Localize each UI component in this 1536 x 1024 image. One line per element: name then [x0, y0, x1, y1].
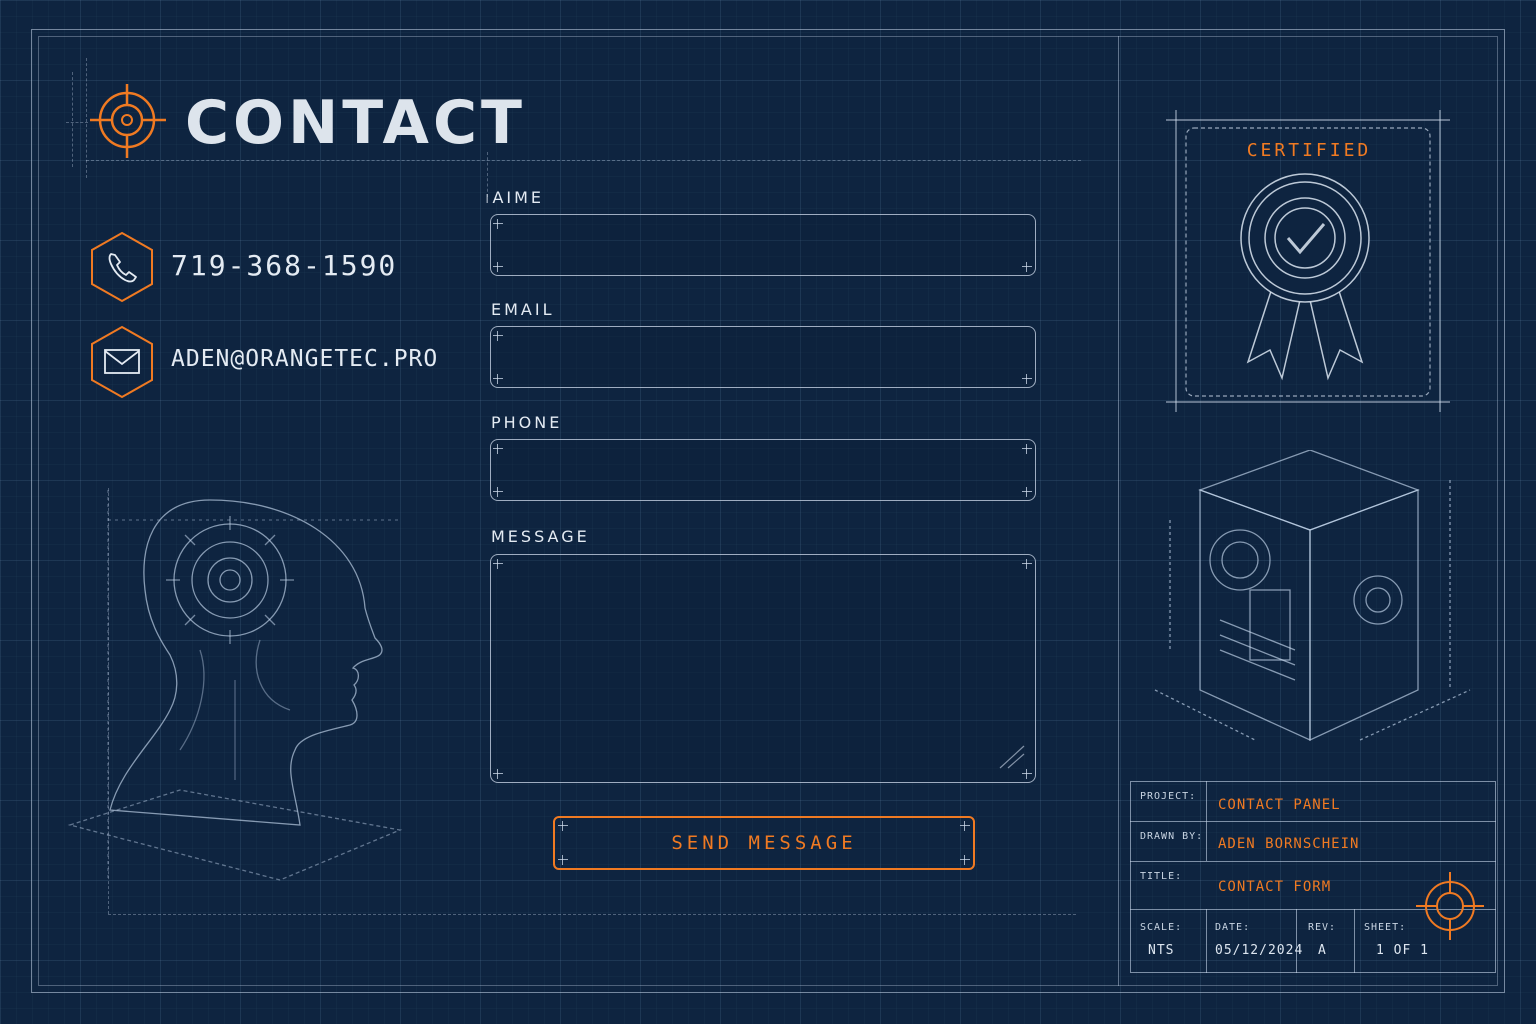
mail-icon	[91, 325, 153, 399]
title-block-line	[1354, 909, 1355, 973]
corner-mark	[1022, 559, 1032, 569]
phone-number[interactable]: 719-368-1590	[171, 249, 397, 282]
corner-mark	[493, 262, 503, 272]
panel-divider	[1118, 36, 1119, 986]
name-input[interactable]	[490, 214, 1036, 276]
drawn-by-value: ADEN BORNSCHEIN	[1218, 836, 1360, 852]
corner-mark	[558, 855, 568, 865]
send-message-label: SEND MESSAGE	[671, 832, 857, 854]
sheet-value: 1 OF 1	[1376, 943, 1429, 958]
date-value: 05/12/2024	[1215, 943, 1304, 958]
crosshair-icon	[1416, 872, 1484, 940]
title-value: CONTACT FORM	[1218, 879, 1332, 895]
corner-mark	[493, 331, 503, 341]
corner-mark	[493, 219, 503, 229]
page-title: CONTACT	[185, 88, 526, 158]
send-message-button[interactable]: SEND MESSAGE	[553, 816, 975, 870]
title-block-line	[1130, 861, 1496, 862]
rev-value: A	[1318, 943, 1327, 958]
title-block-line	[1296, 909, 1297, 973]
guide-line	[86, 58, 87, 178]
phone-input[interactable]	[490, 439, 1036, 501]
scale-label: SCALE:	[1140, 922, 1183, 933]
corner-mark	[493, 487, 503, 497]
guide-line	[66, 122, 88, 123]
corner-mark	[1022, 444, 1032, 454]
phone-icon	[91, 231, 153, 303]
email-address[interactable]: ADEN@ORANGETEC.PRO	[171, 346, 438, 372]
title-label: TITLE:	[1140, 871, 1183, 882]
corner-mark	[493, 559, 503, 569]
corner-mark	[960, 855, 970, 865]
certified-ribbon-icon	[1240, 173, 1370, 381]
project-label: PROJECT:	[1140, 791, 1197, 802]
name-label: ıAIME	[485, 188, 545, 207]
corner-mark	[1022, 262, 1032, 272]
title-block-line	[1130, 821, 1496, 822]
guide-line	[108, 914, 1076, 915]
corner-mark	[493, 769, 503, 779]
guide-line	[72, 72, 73, 167]
corner-mark	[493, 374, 503, 384]
scale-value: NTS	[1148, 943, 1175, 958]
sheet-label: SHEET:	[1364, 922, 1407, 933]
rev-label: REV:	[1308, 922, 1337, 933]
corner-mark	[493, 444, 503, 454]
head-gear-illustration	[67, 490, 403, 881]
corner-mark	[558, 821, 568, 831]
corner-mark	[1022, 374, 1032, 384]
date-label: DATE:	[1215, 922, 1251, 933]
project-value: CONTACT PANEL	[1218, 797, 1341, 813]
message-textarea[interactable]	[490, 554, 1036, 783]
guide-line	[86, 160, 1081, 161]
email-input[interactable]	[490, 326, 1036, 388]
email-label: EMAIL	[491, 300, 555, 319]
corner-mark	[960, 821, 970, 831]
computer-case-illustration	[1154, 450, 1471, 742]
corner-mark	[1022, 487, 1032, 497]
title-block-line	[1206, 909, 1207, 973]
phone-label: PHONE	[491, 413, 563, 432]
drawn-by-label: DRAWN BY:	[1140, 831, 1204, 842]
certified-label: CERTIFIED	[1246, 140, 1372, 161]
message-label: MESSAGE	[491, 527, 590, 546]
crosshair-icon	[90, 84, 166, 158]
resize-grip-icon[interactable]	[996, 742, 1028, 772]
